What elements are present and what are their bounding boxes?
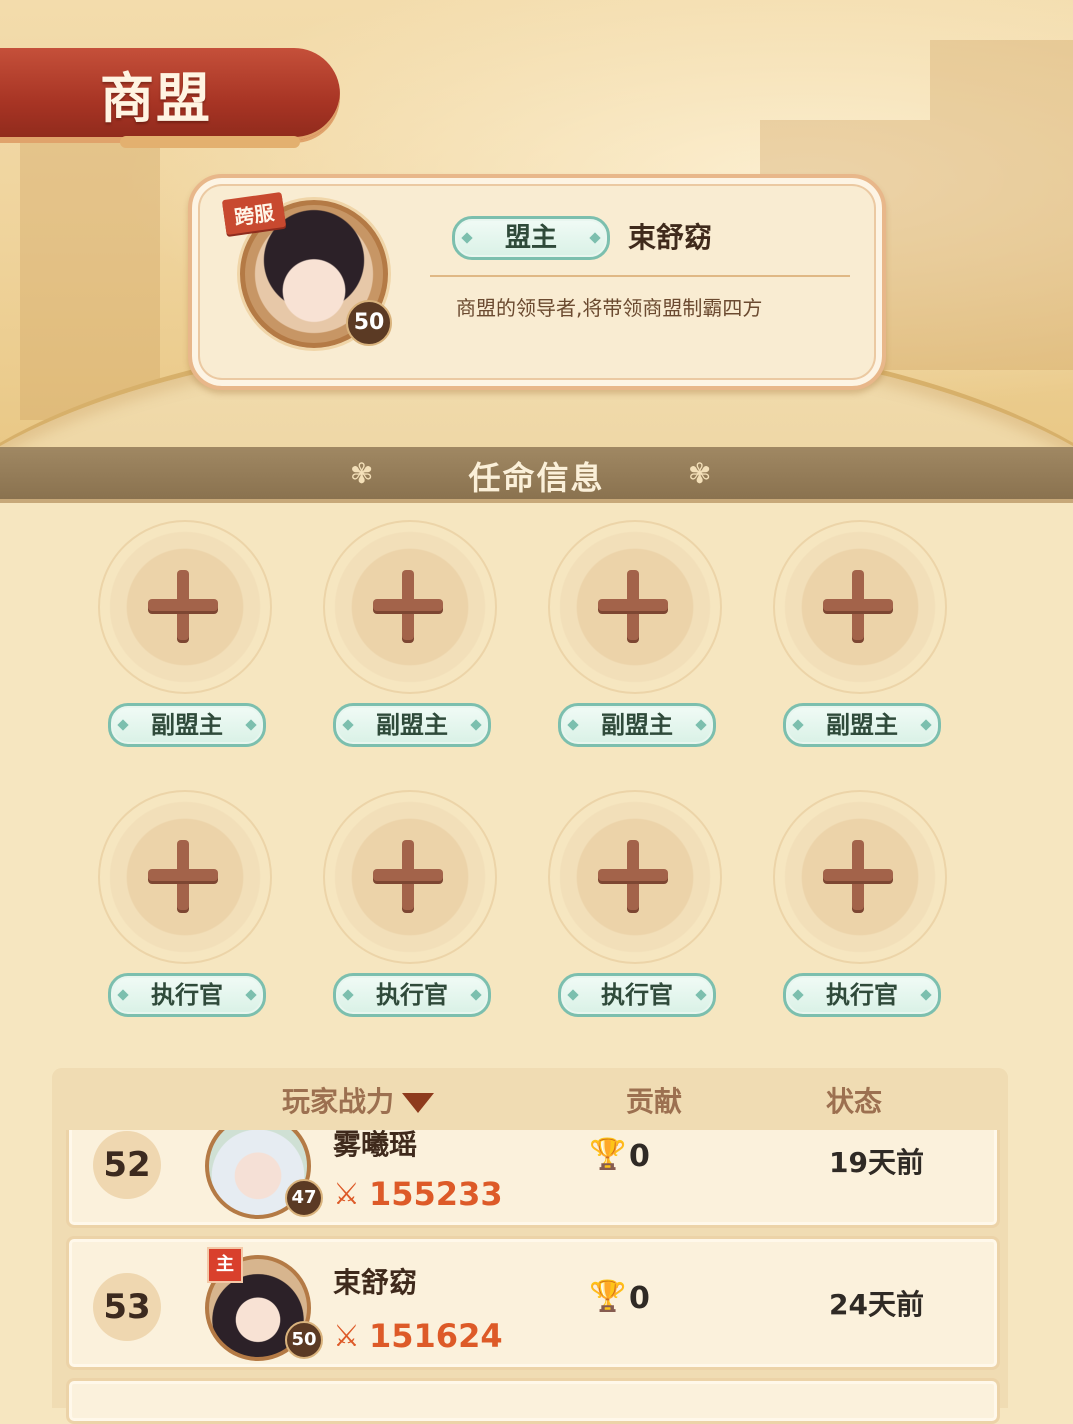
slot-role-label: 执行官 (558, 973, 716, 1017)
leader-name: 束舒窈 (628, 221, 713, 254)
trophy-icon: 🏆 (589, 1137, 627, 1172)
plus-icon[interactable] (148, 840, 218, 910)
contribution-value: 0 (629, 1281, 650, 1316)
trophy-icon: 🏆 (589, 1279, 627, 1314)
slot-role-label: 执行官 (783, 973, 941, 1017)
plus-icon[interactable] (598, 570, 668, 640)
status-value: 24天前 (829, 1288, 924, 1321)
plus-icon[interactable] (598, 840, 668, 910)
leader-badge: 主 (207, 1247, 243, 1283)
member-row[interactable] (66, 1378, 1000, 1424)
plus-icon[interactable] (823, 570, 893, 640)
member-row[interactable]: 53 主 50 束舒窈 ⚔ 151624 🏆 0 24天前 (66, 1236, 1000, 1370)
plus-icon[interactable] (373, 570, 443, 640)
member-name: 束舒窈 (333, 1266, 418, 1299)
sort-down-icon (402, 1093, 435, 1113)
level-badge: 50 (285, 1321, 323, 1359)
power-value: 151624 (369, 1317, 503, 1355)
slot-role-label: 副盟主 (558, 703, 716, 747)
level-badge: 50 (346, 300, 392, 346)
contribution-value: 0 (629, 1139, 650, 1174)
section-title: 任命信息 (468, 459, 605, 497)
rank-badge: 53 (93, 1273, 161, 1341)
vice-leader-slot[interactable]: 副盟主 (548, 520, 722, 780)
background-building (20, 120, 160, 420)
vice-leader-slot[interactable]: 副盟主 (98, 520, 272, 780)
section-header: ✾ 任命信息 ✾ (0, 447, 1073, 503)
rank-badge: 52 (93, 1131, 161, 1199)
slot-role-label: 执行官 (108, 973, 266, 1017)
plus-icon[interactable] (148, 570, 218, 640)
page-title: 商盟 (100, 66, 212, 130)
crossed-swords-icon: ⚔ (333, 1319, 360, 1354)
vice-leader-slot[interactable]: 副盟主 (323, 520, 497, 780)
executive-slot[interactable]: 执行官 (548, 790, 722, 1050)
level-badge: 47 (285, 1179, 323, 1217)
flower-ornament-icon: ✾ (688, 457, 712, 490)
slot-role-label: 副盟主 (108, 703, 266, 747)
executive-slot[interactable]: 执行官 (98, 790, 272, 1050)
status-value: 19天前 (829, 1146, 924, 1179)
crossed-swords-icon: ⚔ (333, 1177, 360, 1212)
executive-slot[interactable]: 执行官 (773, 790, 947, 1050)
plus-icon[interactable] (823, 840, 893, 910)
background-building (930, 40, 1073, 370)
title-banner: 商盟 (0, 40, 372, 148)
slot-role-label: 副盟主 (333, 703, 491, 747)
power-value: 155233 (369, 1175, 503, 1213)
executive-slot[interactable]: 执行官 (323, 790, 497, 1050)
leader-role-label: 盟主 (452, 216, 610, 260)
plus-icon[interactable] (373, 840, 443, 910)
divider (430, 275, 850, 277)
slot-role-label: 副盟主 (783, 703, 941, 747)
leader-description: 商盟的领导者,将带领商盟制霸四方 (456, 296, 763, 320)
vice-leader-slot[interactable]: 副盟主 (773, 520, 947, 780)
slot-role-label: 执行官 (333, 973, 491, 1017)
